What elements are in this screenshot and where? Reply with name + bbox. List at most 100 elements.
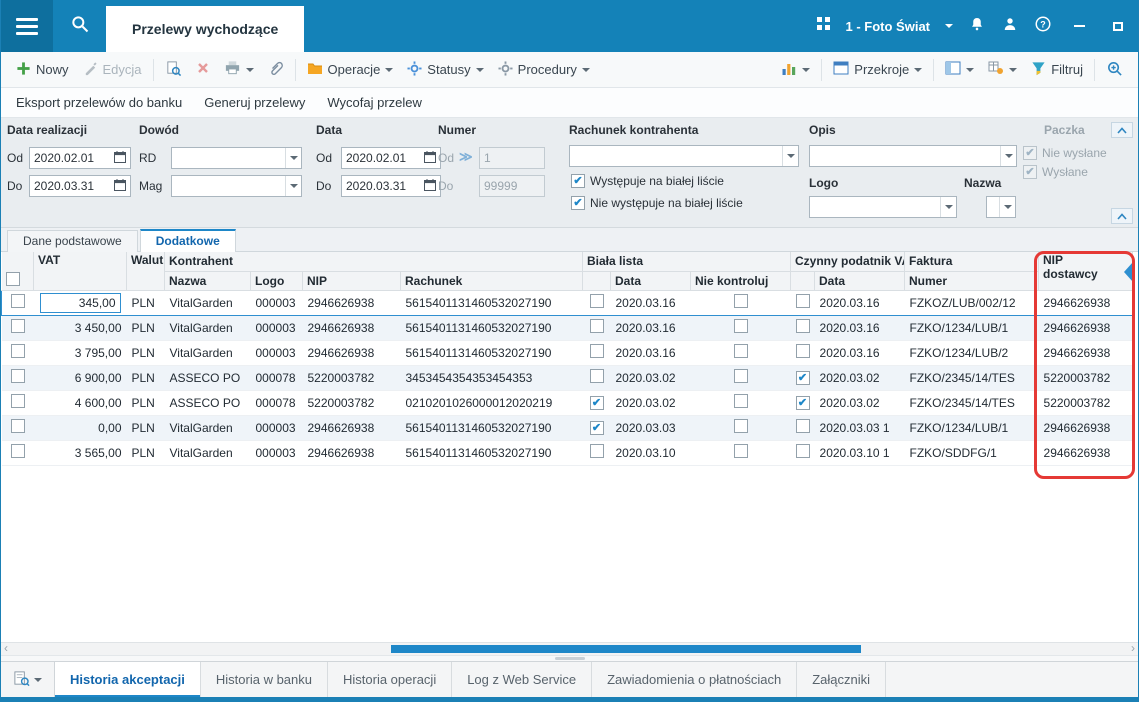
- row-checkbox[interactable]: [589, 369, 604, 383]
- scroll-right-icon[interactable]: ›: [1131, 641, 1135, 655]
- maximize-button[interactable]: [1106, 15, 1130, 37]
- layout-menu[interactable]: [938, 57, 981, 82]
- bottom-tab-za-aczniki[interactable]: Załączniki: [797, 662, 887, 697]
- row-checkbox[interactable]: [795, 419, 810, 433]
- search-button[interactable]: [53, 0, 106, 52]
- bottom-tab-zawiadomienia-o-p-atnosciach[interactable]: Zawiadomienia o płatnościach: [592, 662, 798, 697]
- column-header-nip[interactable]: NIP: [302, 271, 401, 291]
- generate-transfers-button[interactable]: Generuj przelewy: [193, 90, 316, 115]
- new-button[interactable]: Nowy: [9, 57, 76, 83]
- procedures-menu[interactable]: Procedury: [491, 57, 597, 83]
- table-row[interactable]: 3 795,00 PLN VitalGarden 000003 2946626938 56…: [1, 340, 1133, 366]
- table-row[interactable]: 345,00 PLN VitalGarden 000003 2946626938 5615…: [1, 289, 1134, 316]
- edit-button[interactable]: Edycja: [76, 57, 149, 83]
- statuses-menu[interactable]: Statusy: [400, 57, 490, 83]
- column-header-czynny-data[interactable]: Data: [814, 271, 906, 291]
- row-checkbox[interactable]: [733, 444, 748, 458]
- row-checkbox[interactable]: [10, 394, 25, 408]
- column-header-faktura-numer[interactable]: Numer: [904, 271, 1040, 291]
- row-checkbox[interactable]: [10, 319, 25, 333]
- tab-dane-podstawowe[interactable]: Dane podstawowe: [7, 230, 138, 252]
- row-checkbox[interactable]: [589, 344, 604, 358]
- row-checkbox[interactable]: [795, 294, 810, 308]
- row-checkbox[interactable]: [10, 294, 25, 308]
- column-group-faktura[interactable]: Faktura: [904, 252, 1040, 272]
- select-all-checkbox[interactable]: [5, 271, 20, 286]
- column-header-rachunek[interactable]: Rachunek: [400, 271, 583, 291]
- menu-button[interactable]: [1, 0, 53, 52]
- calendar-icon[interactable]: [424, 178, 436, 194]
- preview-button[interactable]: [158, 56, 189, 84]
- withdraw-transfer-button[interactable]: Wycofaj przelew: [316, 90, 433, 115]
- row-checkbox[interactable]: [795, 444, 810, 458]
- chevron-down-icon[interactable]: [945, 24, 953, 28]
- calendar-icon[interactable]: [114, 150, 126, 166]
- row-checkbox[interactable]: [795, 344, 810, 358]
- logo-combo[interactable]: [809, 196, 957, 218]
- row-checkbox[interactable]: [589, 396, 604, 411]
- delete-button[interactable]: [189, 57, 217, 82]
- scrollbar-thumb[interactable]: [391, 645, 861, 653]
- minimize-button[interactable]: [1067, 15, 1091, 37]
- row-checkbox[interactable]: [10, 344, 25, 358]
- row-checkbox[interactable]: [589, 444, 604, 458]
- realization-date-to-input[interactable]: 2020.03.31: [29, 175, 131, 197]
- company-selector[interactable]: 1 - Foto Świat: [846, 19, 931, 34]
- row-checkbox[interactable]: [733, 394, 748, 408]
- contractor-account-combo[interactable]: [569, 145, 799, 167]
- horizontal-scrollbar[interactable]: ‹ ›: [1, 641, 1138, 655]
- collapse-filter-bottom-button[interactable]: [1111, 208, 1133, 224]
- rd-combo[interactable]: [171, 147, 302, 169]
- collapse-side-panel-arrow[interactable]: [1124, 262, 1133, 282]
- row-checkbox[interactable]: [733, 419, 748, 433]
- row-checkbox[interactable]: [795, 396, 810, 411]
- bottom-tab-historia-akceptacji[interactable]: Historia akceptacji: [55, 662, 201, 697]
- column-header-walut[interactable]: Walut: [126, 252, 165, 291]
- row-checkbox[interactable]: [589, 319, 604, 333]
- bottom-tab-historia-operacji[interactable]: Historia operacji: [328, 662, 453, 697]
- bottom-tab-log-z-web-service[interactable]: Log z Web Service: [452, 662, 593, 697]
- column-header-biala-lista-data[interactable]: Data: [610, 271, 691, 291]
- chart-button[interactable]: [774, 57, 817, 83]
- date-to-input[interactable]: 2020.03.31: [341, 175, 441, 197]
- table-row[interactable]: 0,00 PLN VitalGarden 000003 2946626938 561540…: [1, 415, 1133, 441]
- column-header-biala-lista-check[interactable]: [582, 271, 611, 291]
- whitelist-present-checkbox[interactable]: Występuje na białej liście: [571, 174, 724, 188]
- collapse-filter-top-button[interactable]: [1111, 122, 1133, 138]
- operations-menu[interactable]: Operacje: [300, 57, 401, 83]
- calendar-icon[interactable]: [114, 178, 126, 194]
- document-tab[interactable]: Przelewy wychodzące: [106, 6, 305, 52]
- splitter-grip[interactable]: [554, 657, 585, 660]
- column-header-nip-dostawcy[interactable]: NIP dostawcy: [1038, 252, 1134, 291]
- user-icon[interactable]: [1001, 15, 1019, 38]
- bottom-tab-historia-w-banku[interactable]: Historia w banku: [201, 662, 328, 697]
- scroll-left-icon[interactable]: ‹: [4, 641, 8, 655]
- grid-settings-menu[interactable]: [981, 57, 1024, 82]
- column-header-nie-kontroluj[interactable]: Nie kontroluj: [690, 271, 792, 291]
- column-group-biala-lista[interactable]: Biała lista: [582, 252, 792, 272]
- column-header-logo[interactable]: Logo: [250, 271, 303, 291]
- row-checkbox[interactable]: [733, 294, 748, 308]
- calendar-icon[interactable]: [424, 150, 436, 166]
- row-checkbox[interactable]: [10, 369, 25, 383]
- help-icon[interactable]: ?: [1034, 15, 1052, 38]
- row-checkbox[interactable]: [10, 419, 25, 433]
- column-header-vat[interactable]: VAT: [33, 252, 127, 291]
- row-checkbox[interactable]: [795, 319, 810, 333]
- table-row[interactable]: 6 900,00 PLN ASSECO PO 000078 5220003782 3453…: [1, 365, 1133, 391]
- date-from-input[interactable]: 2020.02.01: [341, 147, 441, 169]
- row-checkbox[interactable]: [589, 294, 604, 308]
- row-checkbox[interactable]: [733, 319, 748, 333]
- filter-button[interactable]: Filtruj: [1024, 57, 1090, 83]
- inline-cell-editor[interactable]: 345,00: [39, 292, 121, 313]
- attachments-button[interactable]: [261, 56, 291, 83]
- column-group-czynny-podatnik[interactable]: Czynny podatnik VA: [790, 252, 906, 272]
- export-to-bank-button[interactable]: Eksport przelewów do banku: [5, 90, 193, 115]
- row-checkbox[interactable]: [10, 444, 25, 458]
- row-checkbox[interactable]: [589, 421, 604, 436]
- notifications-icon[interactable]: [968, 15, 986, 38]
- row-checkbox[interactable]: [733, 369, 748, 383]
- advanced-search-button[interactable]: [1099, 56, 1130, 84]
- table-row[interactable]: 3 450,00 PLN VitalGarden 000003 2946626938 56…: [1, 315, 1133, 341]
- table-row[interactable]: 3 565,00 PLN VitalGarden 000003 2946626938 56…: [1, 440, 1133, 466]
